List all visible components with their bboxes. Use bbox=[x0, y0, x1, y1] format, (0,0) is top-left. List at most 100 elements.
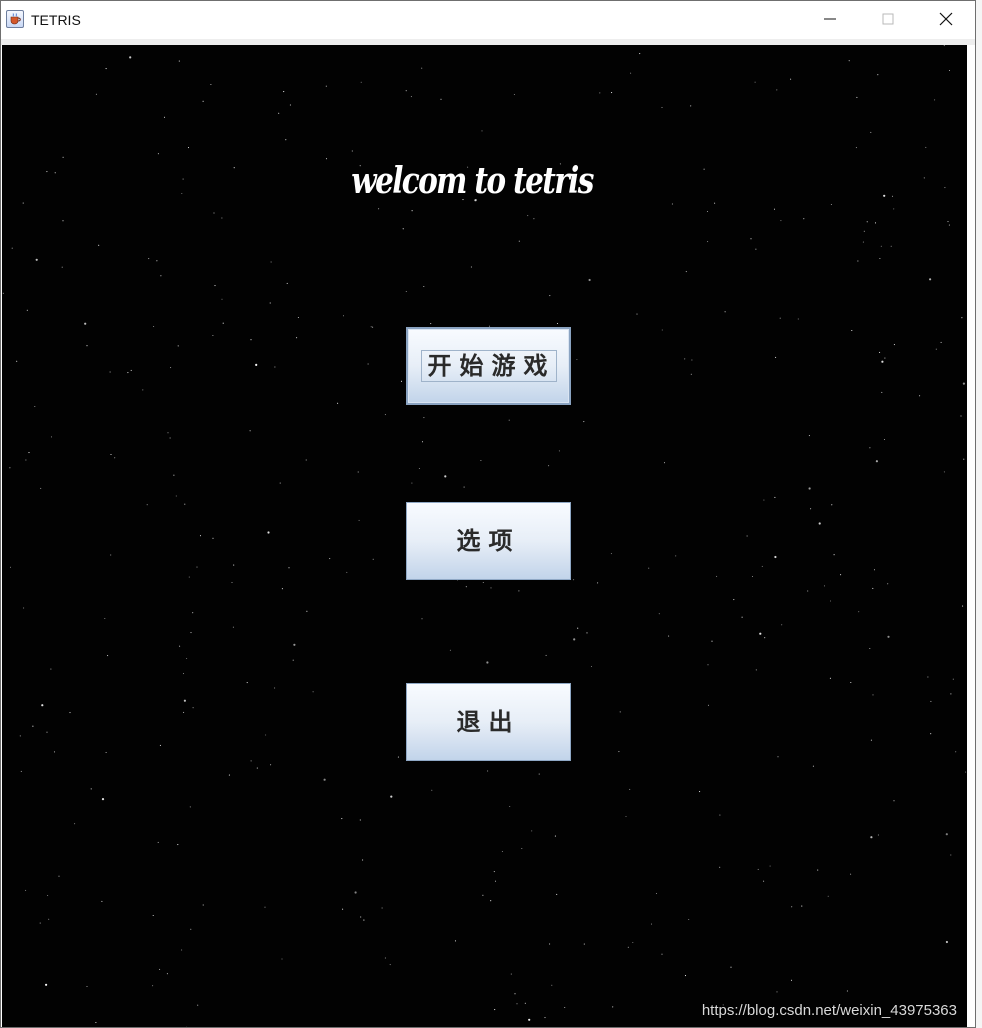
star-dot bbox=[23, 607, 25, 609]
star-dot bbox=[197, 1004, 199, 1006]
star-dot bbox=[50, 436, 53, 438]
star-dot bbox=[707, 704, 710, 706]
star-dot bbox=[183, 699, 186, 702]
star-dot bbox=[548, 465, 550, 467]
star-dot bbox=[549, 295, 551, 297]
star-dot bbox=[183, 711, 185, 713]
star-dot bbox=[610, 553, 612, 555]
star-dot bbox=[95, 93, 97, 95]
star-dot bbox=[790, 979, 793, 981]
star-dot bbox=[296, 337, 298, 339]
star-dot bbox=[381, 907, 383, 909]
star-dot bbox=[755, 248, 757, 250]
star-dot bbox=[962, 382, 966, 385]
star-dot bbox=[716, 575, 718, 577]
star-dot bbox=[690, 373, 692, 375]
star-dot bbox=[107, 655, 109, 657]
star-dot bbox=[923, 177, 925, 179]
star-dot bbox=[25, 459, 27, 461]
star-dot bbox=[255, 363, 258, 366]
star-dot bbox=[19, 735, 21, 737]
star-dot bbox=[707, 664, 709, 666]
star-dot bbox=[160, 275, 162, 277]
star-dot bbox=[289, 104, 291, 106]
star-dot bbox=[881, 391, 883, 393]
star-dot bbox=[188, 576, 190, 578]
star-dot bbox=[342, 908, 344, 910]
star-dot bbox=[528, 1018, 531, 1021]
star-dot bbox=[810, 508, 812, 510]
star-dot bbox=[400, 380, 403, 382]
options-label: 选项 bbox=[456, 526, 521, 555]
star-dot bbox=[250, 339, 252, 341]
star-dot bbox=[283, 91, 285, 93]
star-dot bbox=[62, 220, 64, 222]
star-dot bbox=[390, 795, 393, 798]
star-dot bbox=[421, 441, 424, 443]
star-dot bbox=[508, 419, 510, 421]
star-dot bbox=[706, 210, 709, 213]
start-game-button[interactable]: 开始游戏 bbox=[406, 327, 571, 405]
star-dot bbox=[202, 100, 204, 102]
star-dot bbox=[759, 632, 762, 635]
options-button[interactable]: 选项 bbox=[406, 502, 571, 580]
star-dot bbox=[389, 964, 391, 966]
star-dot bbox=[527, 215, 529, 217]
star-dot bbox=[774, 496, 776, 498]
star-dot bbox=[187, 147, 190, 149]
star-dot bbox=[363, 919, 365, 921]
star-dot bbox=[873, 569, 876, 571]
star-dot bbox=[927, 676, 929, 678]
star-dot bbox=[157, 153, 159, 155]
star-dot bbox=[481, 130, 483, 132]
star-dot bbox=[880, 245, 882, 247]
star-dot bbox=[35, 258, 38, 261]
star-dot bbox=[74, 823, 76, 825]
star-dot bbox=[274, 366, 276, 368]
star-dot bbox=[269, 302, 271, 304]
star-dot bbox=[955, 751, 957, 753]
java-cup-icon bbox=[6, 10, 24, 28]
star-dot bbox=[178, 60, 180, 62]
star-dot bbox=[763, 880, 765, 882]
star-dot bbox=[270, 261, 272, 263]
star-dot bbox=[661, 329, 663, 331]
star-dot bbox=[945, 940, 949, 944]
star-dot bbox=[764, 637, 766, 639]
title-bar[interactable]: TETRIS bbox=[1, 1, 975, 39]
exit-label: 退出 bbox=[456, 707, 521, 736]
star-dot bbox=[20, 770, 22, 772]
star-dot bbox=[573, 638, 576, 641]
star-dot bbox=[156, 260, 158, 262]
star-dot bbox=[893, 344, 895, 346]
star-dot bbox=[493, 871, 495, 873]
star-dot bbox=[359, 819, 361, 821]
maximize-button[interactable] bbox=[859, 1, 917, 37]
right-edge bbox=[976, 0, 982, 1028]
star-dot bbox=[510, 973, 512, 975]
star-dot bbox=[199, 535, 202, 537]
star-dot bbox=[157, 841, 159, 843]
close-button[interactable] bbox=[917, 1, 975, 37]
star-dot bbox=[945, 833, 948, 836]
maximize-icon bbox=[882, 13, 894, 25]
star-dot bbox=[61, 266, 63, 268]
star-dot bbox=[440, 98, 442, 100]
star-dot bbox=[274, 687, 276, 689]
star-dot bbox=[9, 566, 12, 568]
star-dot bbox=[707, 241, 709, 243]
star-dot bbox=[663, 462, 666, 464]
star-dot bbox=[159, 968, 161, 970]
star-dot bbox=[142, 389, 144, 391]
star-dot bbox=[192, 707, 194, 709]
star-dot bbox=[883, 438, 886, 441]
star-dot bbox=[724, 311, 726, 313]
star-dot bbox=[69, 712, 71, 714]
star-dot bbox=[28, 452, 30, 454]
star-dot bbox=[105, 751, 107, 754]
minimize-button[interactable] bbox=[801, 1, 859, 37]
star-dot bbox=[857, 260, 859, 262]
star-dot bbox=[423, 285, 425, 288]
star-dot bbox=[312, 691, 314, 693]
exit-button[interactable]: 退出 bbox=[406, 683, 571, 761]
